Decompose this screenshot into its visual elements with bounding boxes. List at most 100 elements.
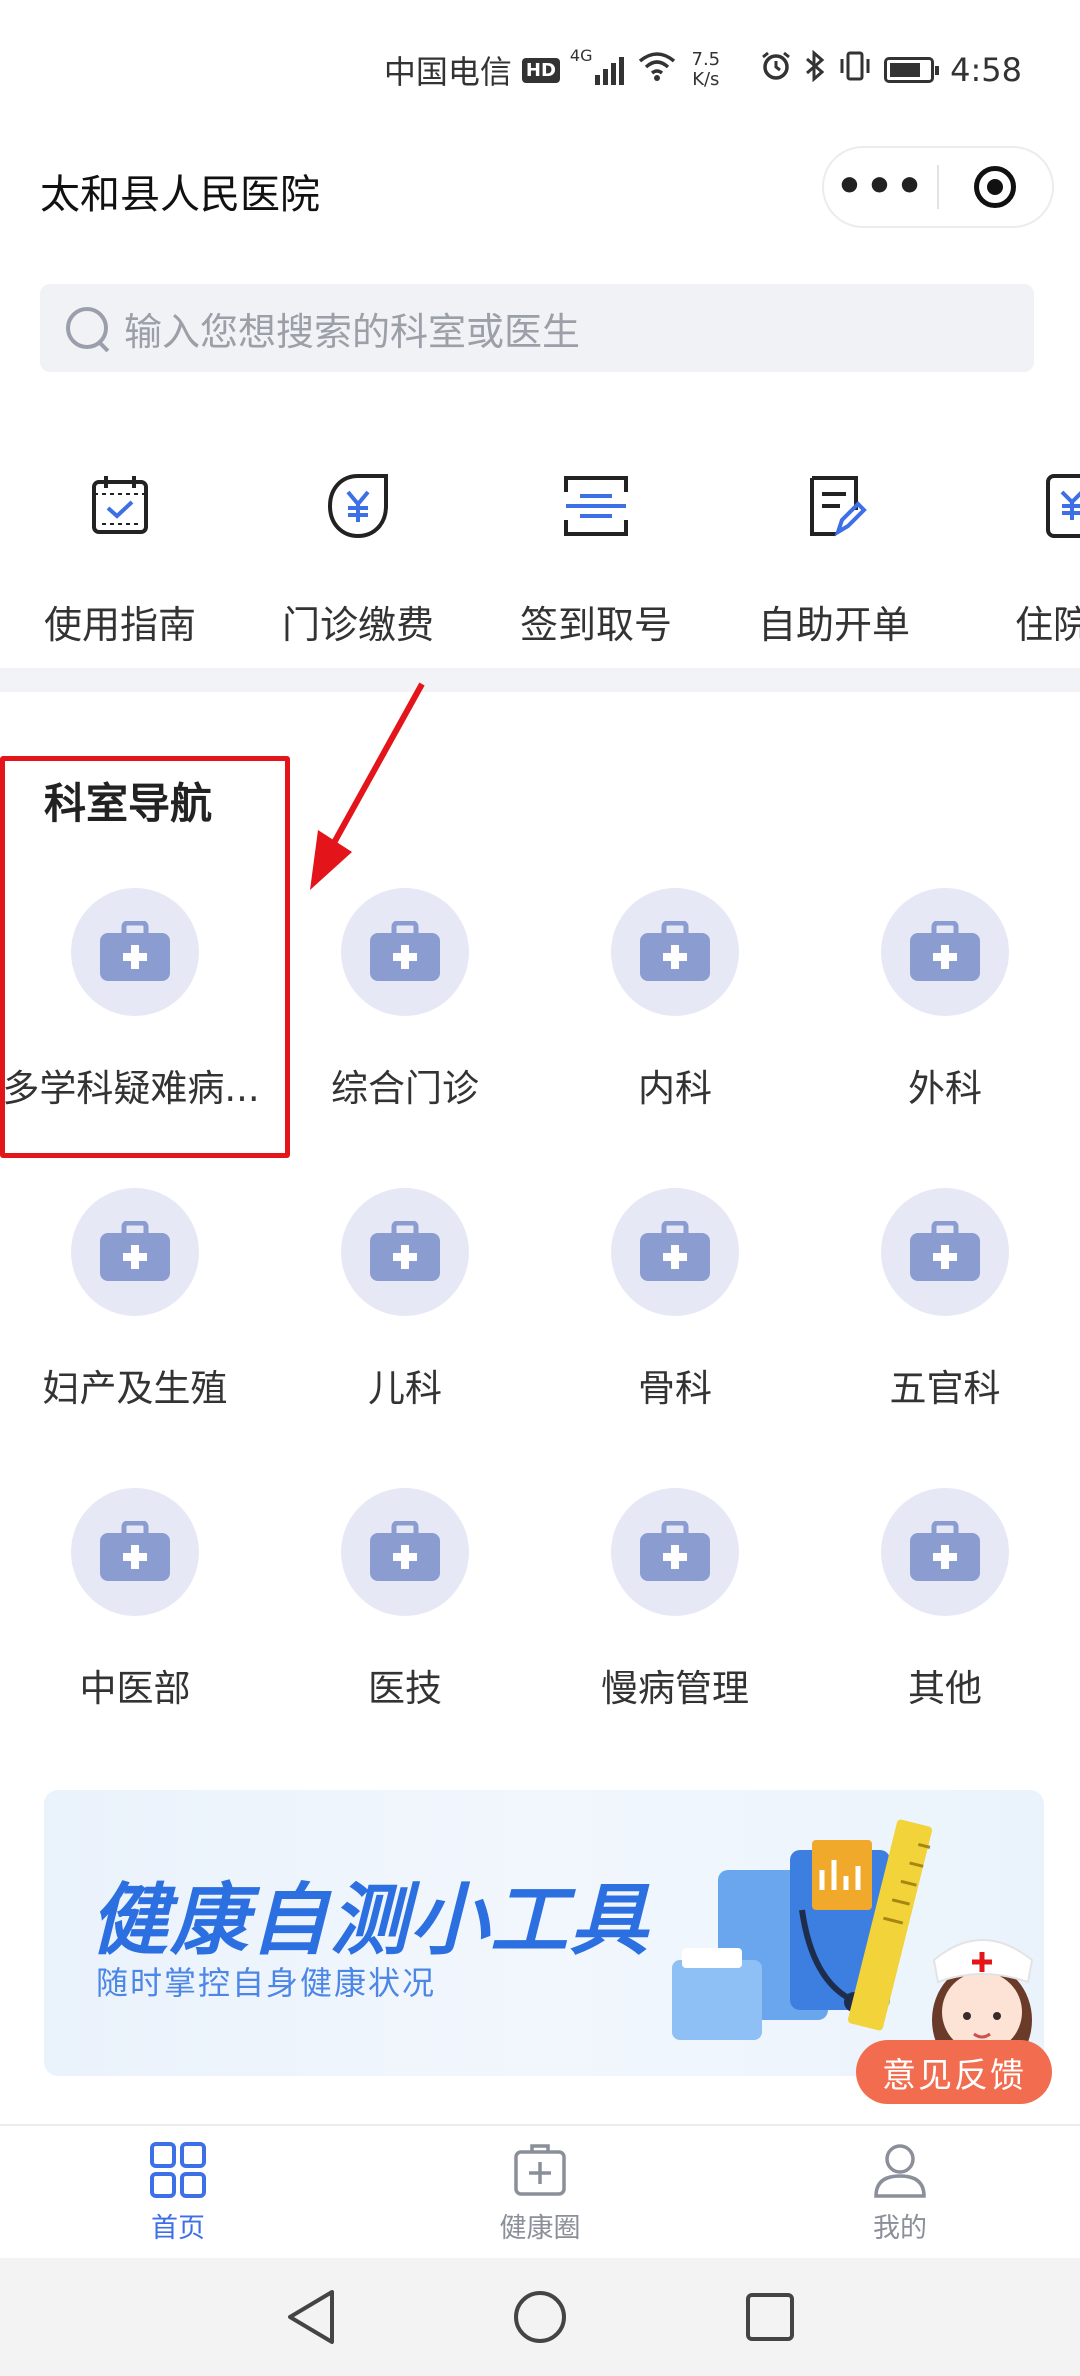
signal-icon — [594, 55, 624, 85]
battery-icon — [884, 57, 940, 83]
department-item[interactable]: 医技 — [270, 1488, 540, 1712]
network-type: 4G — [569, 46, 593, 65]
department-item[interactable]: 五官科 — [810, 1188, 1080, 1412]
yuan-document-icon — [1046, 474, 1080, 538]
network-speed: 7.5 K/s — [692, 50, 721, 90]
dept-icon-circle — [611, 888, 739, 1016]
banner-subtitle: 随时掌控自身健康状况 — [96, 1964, 437, 2002]
home-icon[interactable] — [512, 2288, 568, 2346]
tab-health-circle[interactable]: 健康圈 — [440, 2142, 640, 2245]
quick-nav-label: 自助开单 — [757, 603, 910, 647]
dept-icon-circle — [341, 888, 469, 1016]
status-bar: 中国电信 HD 4G 7.5 K/s 4:58 — [0, 0, 1080, 140]
department-label: 慢病管理 — [601, 1667, 749, 1710]
quick-nav: 使用指南 门诊缴费 签到取号 自助开单 住院费 — [0, 466, 1080, 656]
quick-nav-label: 签到取号 — [519, 603, 672, 647]
department-label: 其他 — [908, 1667, 982, 1710]
department-label: 五官科 — [889, 1367, 1001, 1410]
department-item[interactable]: 中医部 — [0, 1488, 270, 1712]
alarm-icon — [760, 50, 792, 90]
quick-nav-item-checkin[interactable]: 签到取号 — [476, 466, 716, 649]
department-label: 中医部 — [79, 1667, 191, 1710]
department-item[interactable]: 骨科 — [540, 1188, 810, 1412]
hd-badge: HD — [521, 57, 560, 83]
mini-program-capsule: ••• — [822, 146, 1054, 228]
medical-kit-icon — [640, 1521, 710, 1581]
title-bar: 太和县人民医院 ••• — [0, 140, 1080, 236]
medical-kit-icon — [640, 921, 710, 981]
dept-icon-circle — [611, 1188, 739, 1316]
back-icon[interactable] — [284, 2288, 340, 2346]
speed-unit: K/s — [692, 69, 720, 90]
quick-nav-item-inpatient[interactable]: 住院费 — [952, 466, 1080, 649]
medical-kit-icon — [910, 1521, 980, 1581]
dept-icon-circle — [71, 1188, 199, 1316]
dept-icon-circle — [881, 1488, 1009, 1616]
system-nav-bar — [0, 2258, 1080, 2376]
grid-home-icon — [150, 2142, 206, 2198]
medical-kit-icon — [910, 1221, 980, 1281]
tab-home[interactable]: 首页 — [78, 2142, 278, 2245]
yuan-shield-icon — [327, 474, 388, 539]
annotation-arrow-icon — [310, 682, 425, 890]
nurse-illustration-icon — [672, 1819, 1034, 2076]
calendar-check-icon — [92, 476, 148, 534]
department-item[interactable]: 其他 — [810, 1488, 1080, 1712]
department-item[interactable]: 儿科 — [270, 1188, 540, 1412]
dept-icon-circle — [881, 1188, 1009, 1316]
department-item[interactable]: 综合门诊 — [270, 888, 540, 1112]
more-button[interactable]: ••• — [824, 165, 937, 209]
medical-kit-icon — [370, 1221, 440, 1281]
annotation-highlight-box — [0, 756, 290, 1158]
medical-kit-icon — [514, 2144, 566, 2196]
medical-kit-icon — [910, 921, 980, 981]
speed-value: 7.5 — [691, 49, 721, 70]
dept-icon-circle — [881, 888, 1009, 1016]
feedback-button[interactable]: 意见反馈 — [856, 2040, 1052, 2104]
bluetooth-icon — [804, 49, 826, 90]
search-input[interactable]: 输入您想搜索的科室或医生 — [124, 301, 580, 356]
dept-icon-circle — [341, 1188, 469, 1316]
banner-title: 健康自测小工具 — [90, 1876, 651, 1966]
search-bar[interactable]: 输入您想搜索的科室或医生 — [40, 284, 1034, 372]
vibrate-icon — [838, 50, 872, 90]
tab-label: 首页 — [151, 2213, 205, 2244]
bottom-tab-bar: 首页 健康圈 我的 — [0, 2124, 1080, 2258]
health-tools-banner[interactable]: 健康自测小工具 随时掌控自身健康状况 — [44, 1790, 1044, 2076]
quick-nav-label: 门诊缴费 — [281, 603, 434, 647]
clock: 4:58 — [950, 51, 1022, 89]
tab-mine[interactable]: 我的 — [800, 2142, 1000, 2245]
department-item[interactable]: 妇产及生殖 — [0, 1188, 270, 1412]
dept-icon-circle — [611, 1488, 739, 1616]
dept-icon-circle — [341, 1488, 469, 1616]
department-label: 儿科 — [368, 1367, 442, 1410]
user-icon — [874, 2144, 926, 2198]
medical-kit-icon — [370, 1521, 440, 1581]
edit-document-icon — [810, 476, 867, 537]
department-label: 内科 — [638, 1067, 712, 1110]
wifi-icon — [638, 51, 676, 89]
department-item[interactable]: 内科 — [540, 888, 810, 1112]
dept-icon-circle — [71, 1488, 199, 1616]
recents-icon[interactable] — [742, 2288, 798, 2346]
search-icon — [64, 305, 110, 351]
department-item[interactable]: 外科 — [810, 888, 1080, 1112]
quick-nav-item-self-order[interactable]: 自助开单 — [714, 466, 954, 649]
close-button[interactable] — [939, 166, 1052, 208]
quick-nav-item-guide[interactable]: 使用指南 — [0, 466, 240, 649]
department-item[interactable]: 慢病管理 — [540, 1488, 810, 1712]
page-title: 太和县人民医院 — [40, 172, 320, 218]
tab-label: 我的 — [873, 2213, 927, 2244]
target-icon — [974, 166, 1017, 208]
scan-icon — [564, 476, 628, 536]
medical-kit-icon — [100, 1521, 170, 1581]
quick-nav-label: 住院费 — [1014, 603, 1080, 647]
department-label: 医技 — [368, 1667, 442, 1710]
section-divider — [0, 668, 1080, 692]
quick-nav-item-payment[interactable]: 门诊缴费 — [238, 466, 478, 649]
medical-kit-icon — [640, 1221, 710, 1281]
carrier-name: 中国电信 — [383, 53, 512, 91]
medical-kit-icon — [370, 921, 440, 981]
tab-label: 健康圈 — [499, 2213, 581, 2244]
department-label: 外科 — [908, 1067, 982, 1110]
